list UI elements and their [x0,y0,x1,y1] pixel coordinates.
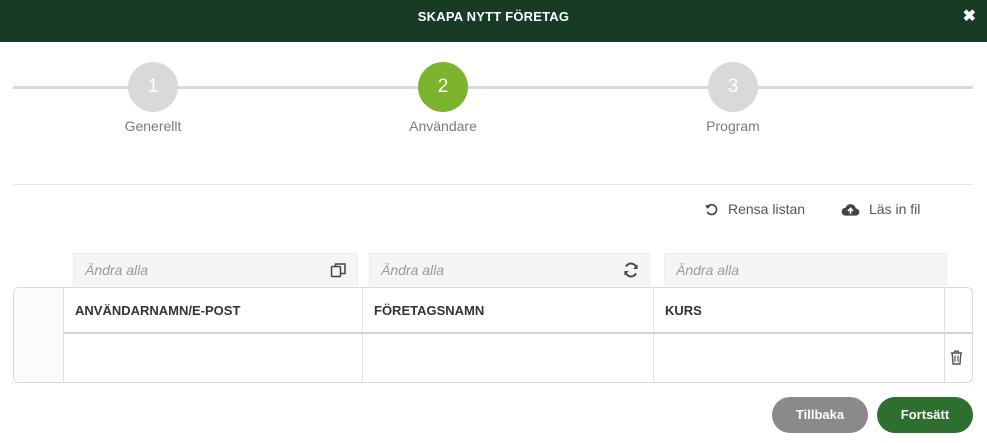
copy-icon[interactable] [330,262,347,279]
table-row [14,336,972,382]
trash-icon[interactable] [950,350,963,365]
step-label: Användare [409,118,477,134]
step-label: Program [706,118,760,134]
close-icon[interactable]: ✖ [963,8,976,26]
refresh-ccw-icon [705,203,718,215]
cloud-upload-icon [841,203,860,216]
edit-all-course [664,253,947,286]
edit-all-username-input[interactable] [74,254,357,286]
course-cell[interactable] [654,336,945,382]
continue-button[interactable]: Fortsätt [877,397,973,433]
column-header-course: KURS [665,303,702,318]
edit-all-company [369,253,650,286]
load-file-label: Läs in fil [869,201,921,217]
load-file-button[interactable]: Läs in fil [841,201,920,217]
edit-all-username [73,253,358,286]
step-number: 1 [128,62,178,112]
stepper: 1 Generellt 2 Användare 3 Program [13,62,973,142]
step-users[interactable]: 2 Användare [383,62,503,134]
column-header-username: ANVÄNDARNAMN/E-POST [75,303,241,318]
step-number: 2 [418,62,468,112]
column-header-company: FÖRETAGSNAMN [374,303,485,318]
create-company-modal: SKAPA NYTT FÖRETAG ✖ 1 Generellt 2 Använ… [0,0,987,443]
edit-all-course-input[interactable] [665,254,946,286]
sync-icon[interactable] [623,262,639,278]
username-cell[interactable] [64,336,363,382]
modal-header: SKAPA NYTT FÖRETAG ✖ [0,0,987,42]
company-cell[interactable] [363,336,654,382]
users-table: ANVÄNDARNAMN/E-POST FÖRETAGSNAMN KURS [13,287,973,383]
back-button[interactable]: Tillbaka [772,397,868,433]
clear-list-label: Rensa listan [728,201,806,217]
section-divider [13,184,973,185]
step-number: 3 [708,62,758,112]
step-program[interactable]: 3 Program [673,62,793,134]
edit-all-company-input[interactable] [370,254,649,286]
step-general[interactable]: 1 Generellt [93,62,213,134]
step-label: Generellt [124,118,182,134]
modal-title: SKAPA NYTT FÖRETAG [417,9,570,24]
clear-list-button[interactable]: Rensa listan [704,201,805,217]
